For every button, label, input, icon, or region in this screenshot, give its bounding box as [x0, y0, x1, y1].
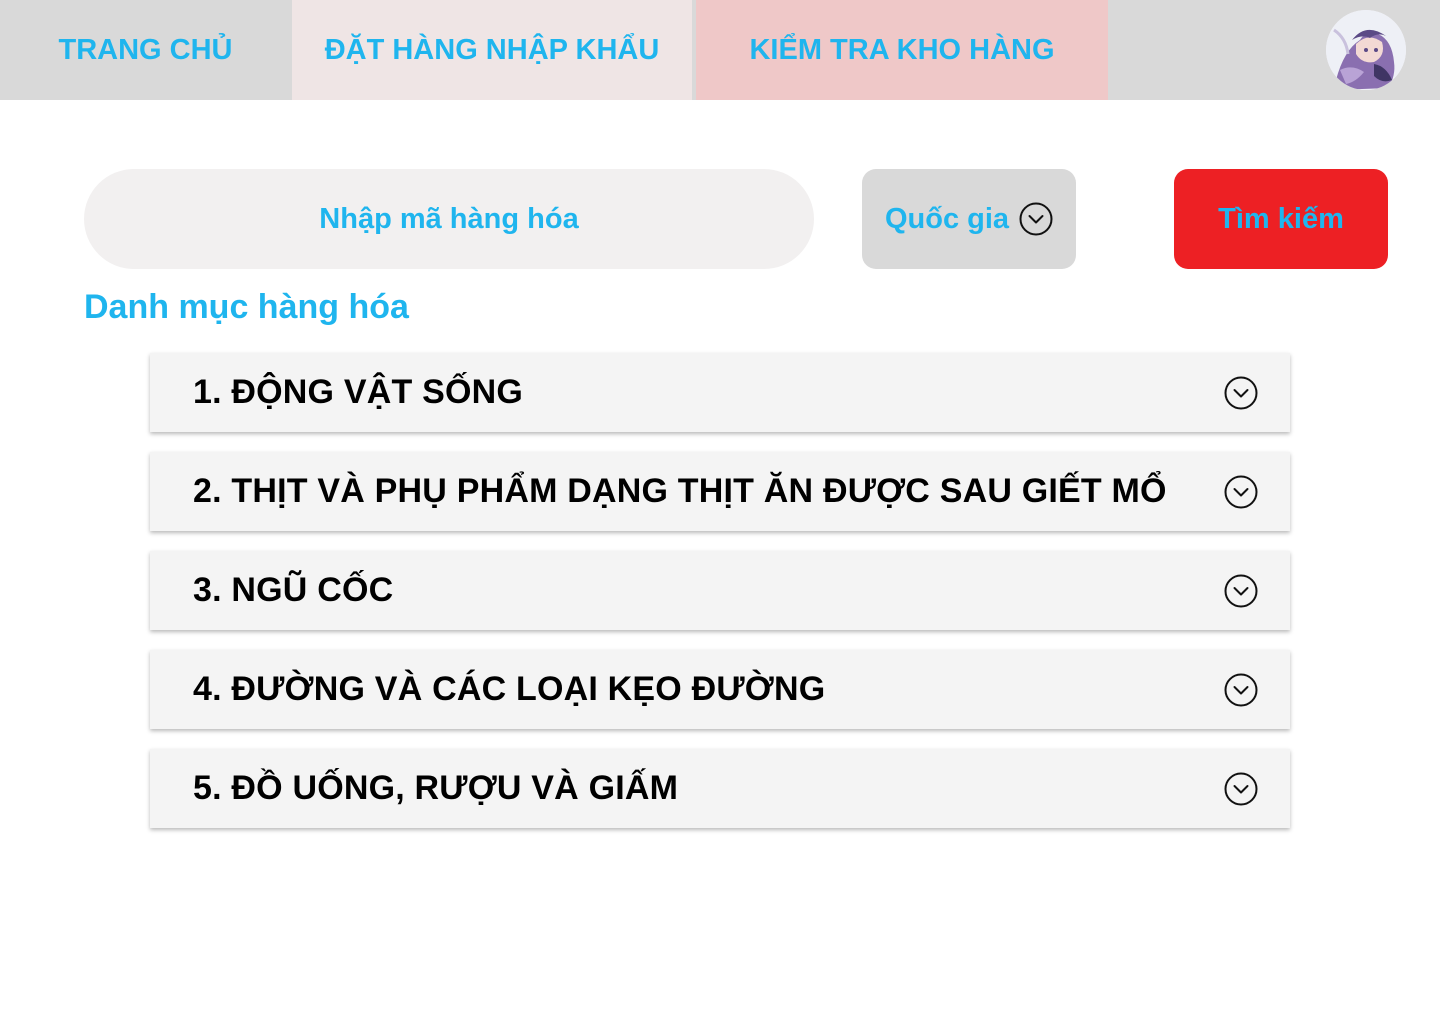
category-item-beverages[interactable]: 5. ĐỒ UỐNG, RƯỢU VÀ GIẤM	[150, 749, 1290, 828]
category-item-meat[interactable]: 2. THỊT VÀ PHỤ PHẨM DẠNG THỊT ĂN ĐƯỢC SA…	[150, 452, 1290, 531]
chevron-down-icon	[1019, 202, 1053, 236]
category-item-label: 3. NGŨ CỐC	[193, 571, 394, 609]
chevron-down-icon[interactable]	[1224, 772, 1258, 806]
tab-import-order[interactable]: ĐẶT HÀNG NHẬP KHẨU	[292, 0, 692, 100]
search-button[interactable]: Tìm kiếm	[1174, 169, 1388, 269]
category-item-cereals[interactable]: 3. NGŨ CỐC	[150, 551, 1290, 630]
category-item-label: 4. ĐƯỜNG VÀ CÁC LOẠI KẸO ĐƯỜNG	[193, 670, 826, 708]
category-item-label: 5. ĐỒ UỐNG, RƯỢU VÀ GIẤM	[193, 769, 679, 807]
chevron-down-icon[interactable]	[1224, 376, 1258, 410]
chevron-down-icon[interactable]	[1224, 475, 1258, 509]
category-list: 1. ĐỘNG VẬT SỐNG 2. THỊT VÀ PHỤ PHẨM DẠN…	[150, 353, 1290, 828]
country-select-label: Quốc gia	[884, 202, 1010, 235]
category-item-label: 1. ĐỘNG VẬT SỐNG	[193, 373, 524, 411]
category-item-sugars[interactable]: 4. ĐƯỜNG VÀ CÁC LOẠI KẸO ĐƯỜNG	[150, 650, 1290, 729]
product-code-search-input[interactable]	[84, 169, 814, 269]
avatar[interactable]	[1326, 10, 1406, 90]
chevron-down-icon[interactable]	[1224, 574, 1258, 608]
country-select[interactable]: Quốc gia	[862, 169, 1076, 269]
user-avatar-icon	[1326, 10, 1406, 90]
tab-home[interactable]: TRANG CHỦ	[0, 0, 291, 100]
category-item-label: 2. THỊT VÀ PHỤ PHẨM DẠNG THỊT ĂN ĐƯỢC SA…	[193, 472, 1167, 510]
category-section-title: Danh mục hàng hóa	[84, 288, 409, 326]
top-nav: TRANG CHỦ ĐẶT HÀNG NHẬP KHẨU KIỂM TRA KH…	[0, 0, 1440, 100]
category-item-live-animals[interactable]: 1. ĐỘNG VẬT SỐNG	[150, 353, 1290, 432]
tab-inventory-check[interactable]: KIỂM TRA KHO HÀNG	[696, 0, 1108, 100]
chevron-down-icon[interactable]	[1224, 673, 1258, 707]
